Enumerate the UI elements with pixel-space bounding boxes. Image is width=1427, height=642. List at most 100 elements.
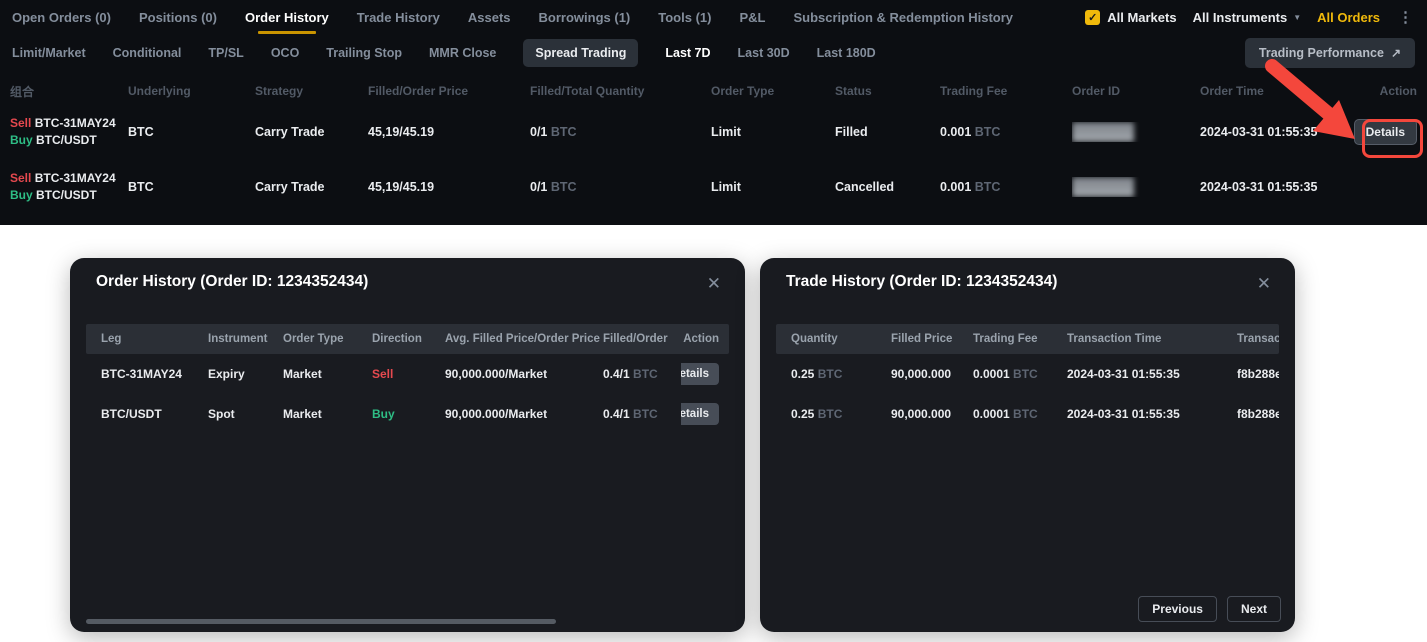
order-history-table: Leg Instrument Order Type Direction Avg.… (86, 324, 729, 434)
checkbox-checked-icon[interactable]: ✓ (1085, 10, 1100, 25)
trade-history-modal-header: Trade History (Order ID: 1234352434) ✕ (760, 258, 1295, 294)
close-icon[interactable]: ✕ (1255, 273, 1273, 294)
details-button[interactable]: Details (1354, 119, 1417, 145)
period-tab-last-180d[interactable]: Last 180D (817, 46, 876, 60)
table-row: Sell BTC-31MAY24 Buy BTC/USDT BTC Carry … (0, 159, 1427, 214)
tab-spread-trading[interactable]: Spread Trading (523, 39, 638, 67)
tab-assets[interactable]: Assets (468, 0, 511, 34)
action-cell: Details (1350, 119, 1417, 145)
all-instruments-dropdown[interactable]: All Instruments ▼ (1193, 10, 1302, 25)
quantity-cell: 0.25 BTC (791, 407, 891, 421)
filled-cell: 0.4/1 BTC (603, 407, 681, 421)
fee-cell: 0.0001 BTC (973, 407, 1067, 421)
fee-cell: 0.0001 BTC (973, 367, 1067, 381)
order-type-cell: Market (283, 367, 372, 381)
col-avg-filled-price: Avg. Filled Price/Order Price (445, 333, 603, 345)
table-row: 0.25 BTC 90,000.000 0.0001 BTC 2024-03-3… (776, 354, 1279, 394)
col-strategy: Strategy (255, 84, 368, 98)
tab-trade-history[interactable]: Trade History (357, 0, 440, 34)
col-transaction-time: Transaction Time (1067, 333, 1237, 345)
combo-cell: Sell BTC-31MAY24 Buy BTC/USDT (10, 170, 128, 204)
next-button[interactable]: Next (1227, 596, 1281, 622)
tab-positions[interactable]: Positions (0) (139, 0, 217, 34)
tab-tpsl[interactable]: TP/SL (208, 46, 243, 60)
price-cell: 90,000.000/Market (445, 407, 603, 421)
transaction-time-cell: 2024-03-31 01:55:35 (1067, 407, 1237, 421)
price-cell: 45,19/45.19 (368, 125, 530, 139)
close-icon[interactable]: ✕ (705, 273, 723, 294)
filled-price-cell: 90,000.000 (891, 367, 973, 381)
order-history-table-header: Leg Instrument Order Type Direction Avg.… (86, 324, 729, 354)
tab-oco[interactable]: OCO (271, 46, 299, 60)
direction-cell: Buy (372, 407, 445, 421)
leg-cell: BTC/USDT (101, 407, 208, 421)
leg-instrument: BTC-31MAY24 (35, 171, 116, 185)
details-button[interactable]: Details (681, 403, 719, 425)
horizontal-scrollbar[interactable] (86, 619, 556, 624)
quantity-cell: 0.25 BTC (791, 367, 891, 381)
all-orders-link[interactable]: All Orders (1317, 10, 1380, 25)
status-cell: Filled (835, 125, 940, 139)
all-markets-checkbox-group[interactable]: ✓ All Markets (1085, 10, 1176, 25)
redacted-order-id (1072, 177, 1134, 197)
all-markets-label: All Markets (1107, 10, 1176, 25)
col-trading-fee: Trading Fee (973, 333, 1067, 345)
col-trading-fee: Trading Fee (940, 84, 1072, 98)
col-filled-total-quantity: Filled/Total Quantity (530, 84, 711, 98)
orders-table: 组合 Underlying Strategy Filled/Order Pric… (0, 78, 1427, 214)
period-tab-last-7d[interactable]: Last 7D (665, 46, 710, 60)
col-leg: Leg (101, 333, 208, 345)
col-underlying: Underlying (128, 84, 255, 98)
order-history-modal-header: Order History (Order ID: 1234352434) ✕ (70, 258, 745, 294)
strategy-cell: Carry Trade (255, 180, 368, 194)
strategy-cell: Carry Trade (255, 125, 368, 139)
leg-instrument: BTC-31MAY24 (35, 116, 116, 130)
tab-subscription-redemption-history[interactable]: Subscription & Redemption History (793, 0, 1013, 34)
action-cell: Details (681, 363, 729, 385)
col-filled-order: Filled/Order (603, 333, 681, 345)
tab-tools[interactable]: Tools (1) (658, 0, 711, 34)
sell-side-label: Sell (10, 116, 31, 130)
fee-cell: 0.001 BTC (940, 180, 1072, 194)
tab-trailing-stop[interactable]: Trailing Stop (326, 46, 402, 60)
tab-borrowings[interactable]: Borrowings (1) (539, 0, 631, 34)
previous-button[interactable]: Previous (1138, 596, 1217, 622)
trade-history-table: Quantity Filled Price Trading Fee Transa… (776, 324, 1279, 434)
order-time-cell: 2024-03-31 01:55:35 (1200, 125, 1350, 139)
tab-order-history[interactable]: Order History (245, 0, 329, 34)
order-time-cell: 2024-03-31 01:55:35 (1200, 180, 1350, 194)
quantity-cell: 0/1 BTC (530, 180, 711, 194)
col-filled-order-price: Filled/Order Price (368, 84, 530, 98)
trade-history-modal: Trade History (Order ID: 1234352434) ✕ Q… (760, 258, 1295, 632)
tab-pnl[interactable]: P&L (739, 0, 765, 34)
details-button[interactable]: Details (681, 363, 719, 385)
transaction-time-cell: 2024-03-31 01:55:35 (1067, 367, 1237, 381)
tab-mmr-close[interactable]: MMR Close (429, 46, 496, 60)
filter-bar: Limit/Market Conditional TP/SL OCO Trail… (0, 34, 1427, 72)
top-nav-right-controls: ✓ All Markets All Instruments ▼ All Orde… (1085, 8, 1415, 26)
col-order-id: Order ID (1072, 84, 1200, 98)
trading-performance-button[interactable]: Trading Performance ↗ (1245, 38, 1415, 68)
tab-limit-market[interactable]: Limit/Market (12, 46, 86, 60)
tab-conditional[interactable]: Conditional (113, 46, 182, 60)
order-type-cell: Market (283, 407, 372, 421)
action-cell: Details (681, 403, 729, 425)
tab-open-orders[interactable]: Open Orders (0) (12, 0, 111, 34)
buy-side-label: Buy (10, 133, 33, 147)
leg-instrument: BTC/USDT (36, 133, 97, 147)
order-id-cell (1072, 177, 1200, 197)
pagination: Previous Next (1138, 596, 1281, 622)
order-id-cell (1072, 122, 1200, 142)
order-type-cell: Limit (711, 125, 835, 139)
order-type-cell: Limit (711, 180, 835, 194)
col-order-type: Order Type (711, 84, 835, 98)
underlying-cell: BTC (128, 180, 255, 194)
filled-cell: 0.4/1 BTC (603, 367, 681, 381)
underlying-cell: BTC (128, 125, 255, 139)
col-action: Action (1350, 84, 1417, 98)
col-combo: 组合 (10, 83, 128, 100)
price-cell: 45,19/45.19 (368, 180, 530, 194)
period-tab-last-30d[interactable]: Last 30D (738, 46, 790, 60)
col-direction: Direction (372, 333, 445, 345)
more-options-kebab-icon[interactable]: ⋮ (1396, 8, 1415, 26)
